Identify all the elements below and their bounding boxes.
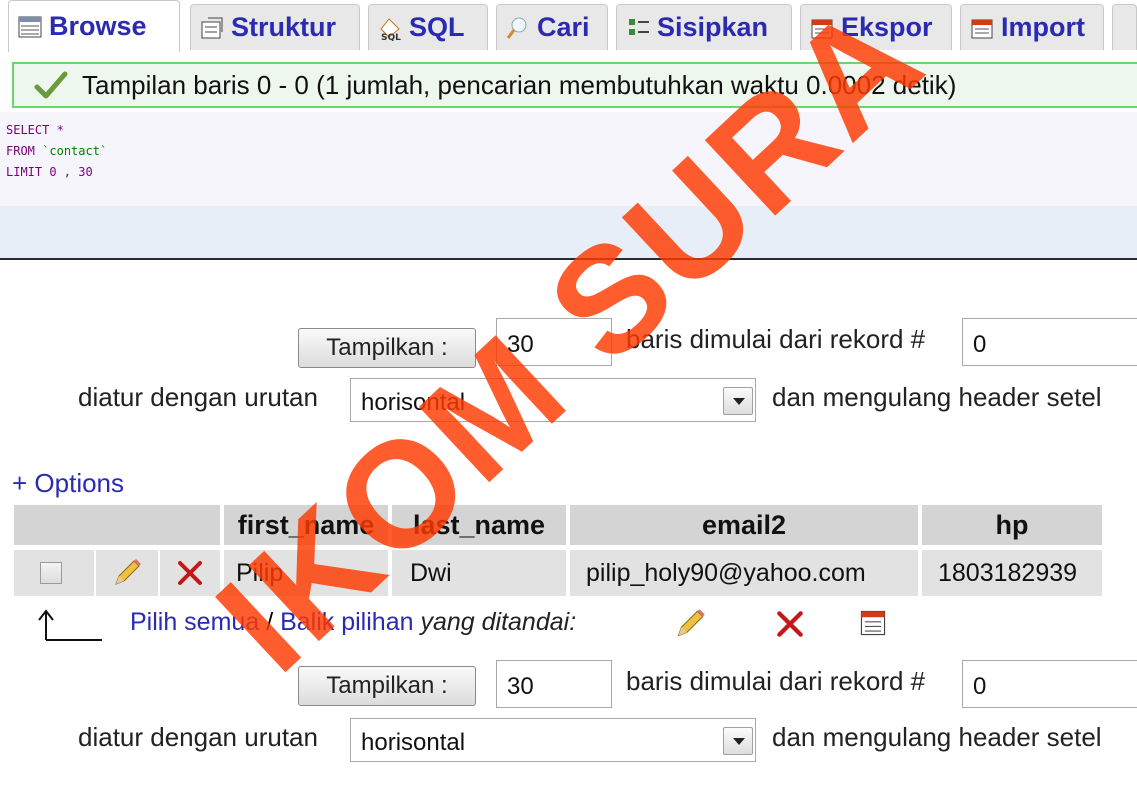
tab-export[interactable]: Ekspor [800,4,952,50]
nav-row-bottom: Tampilkan : 30 baris dimulai dari rekord… [0,660,1137,710]
sql-line: SELECT * [6,123,64,137]
table-cell-first-name: Pilip [224,550,388,596]
start-input[interactable]: 0 [962,318,1137,366]
delete-row-button[interactable] [160,550,220,596]
nav-row-top: Tampilkan : 30 baris dimulai dari rekord… [0,318,1137,368]
tab-sql[interactable]: SQL SQL [368,4,488,50]
message-text: Tampilan baris 0 - 0 (1 jumlah, pencaria… [82,69,957,100]
table-header-actions [14,505,220,545]
delete-icon[interactable] [774,608,806,640]
column-header-first-name[interactable]: first_name [224,505,388,545]
column-header-last-name[interactable]: last_name [392,505,566,545]
order-value: horisontal [361,729,466,756]
tab-import[interactable]: Import [960,4,1104,50]
select-all-link[interactable]: Pilih semua [130,608,259,636]
column-header-email2[interactable]: email2 [570,505,918,545]
order-value: horisontal [361,389,466,416]
tab-label: Import [1001,12,1085,42]
repeat-label: dan mengulang header setel [772,722,1102,752]
chevron-down-icon[interactable] [723,387,753,415]
structure-icon [199,15,225,41]
table-cell-email2: pilip_holy90@yahoo.com [570,550,918,596]
rows-input[interactable]: 30 [496,660,612,708]
tab-structure[interactable]: Struktur [190,4,360,50]
tab-label: Ekspor [841,12,933,42]
import-icon [969,15,995,41]
tab-label: SQL [409,12,465,42]
show-button[interactable]: Tampilkan : [298,666,476,706]
sql-icon: SQL [377,15,403,41]
nav-row-order: diatur dengan urutan horisontal dan meng… [0,716,1137,766]
column-header-hp[interactable]: hp [922,505,1102,545]
row-checkbox[interactable] [40,562,62,584]
order-label: diatur dengan urutan [78,722,318,752]
row-checkbox-cell [14,550,94,596]
tab-label: Cari [537,12,590,42]
show-button[interactable]: Tampilkan : [298,328,476,368]
tab-label: Struktur [231,12,337,42]
table-cell-last-name: Dwi [392,550,566,596]
separator: / [266,608,274,636]
export-icon[interactable] [858,608,888,638]
order-select[interactable]: horisontal [350,718,756,762]
tab-overflow[interactable] [1112,4,1137,50]
order-select[interactable]: horisontal [350,378,756,422]
edit-row-button[interactable] [96,550,158,596]
start-label: baris dimulai dari rekord # [626,324,926,354]
order-label: diatur dengan urutan [78,382,318,412]
bulk-actions-row: Pilih semua / Balik pilihan yang ditanda… [0,600,1137,650]
export-icon [809,15,835,41]
tab-bar: Browse Struktur SQL SQL Cari Sisipkan Ek… [0,0,1137,56]
nav-row-order: diatur dengan urutan horisontal dan meng… [0,374,1137,424]
start-input[interactable]: 0 [962,660,1137,708]
marked-label: yang ditandai: [420,608,577,636]
svg-text:SQL: SQL [381,33,401,41]
tab-label: Sisipkan [657,12,769,42]
chevron-down-icon[interactable] [723,727,753,755]
arrow-up-icon [38,609,102,641]
start-label: baris dimulai dari rekord # [626,666,926,696]
insert-icon [625,15,651,41]
table-cell-hp: 1803182939 [922,550,1102,596]
repeat-label: dan mengulang header setel [772,382,1102,412]
rows-input[interactable]: 30 [496,318,612,366]
success-message: Tampilan baris 0 - 0 (1 jumlah, pencaria… [12,62,1137,108]
sql-line: FROM `contact` [6,144,108,158]
delete-icon [178,561,202,585]
tab-insert[interactable]: Sisipkan [616,4,792,50]
sql-line: LIMIT 0 , 30 [6,165,93,179]
pencil-icon[interactable] [672,606,708,642]
tab-search[interactable]: Cari [496,4,608,50]
search-icon [505,15,531,41]
options-link[interactable]: + Options [12,468,124,499]
tab-browse[interactable]: Browse [8,0,180,52]
checkmark-icon [34,71,68,99]
browse-icon [17,14,43,40]
pencil-icon [115,559,141,585]
invert-selection-link[interactable]: Balik pilihan [280,608,413,636]
tab-label: Browse [49,11,147,41]
sql-query-box: SELECT * FROM `contact` LIMIT 0 , 30 [0,112,1137,260]
sql-code: SELECT * FROM `contact` LIMIT 0 , 30 [0,112,1137,206]
